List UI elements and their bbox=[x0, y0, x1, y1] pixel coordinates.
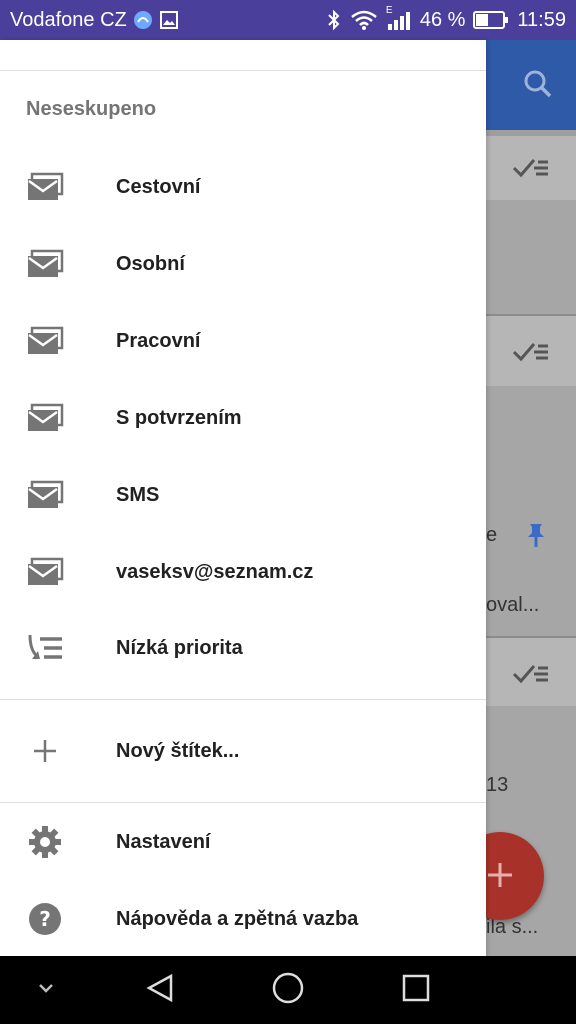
network-type: E bbox=[385, 5, 393, 16]
inbox-icon bbox=[26, 326, 64, 356]
help-feedback-button[interactable]: ? Nápověda a zpětná vazba bbox=[0, 887, 486, 951]
inbox-icon bbox=[26, 249, 64, 279]
inbox-icon bbox=[26, 172, 64, 202]
svg-text:?: ? bbox=[39, 907, 51, 931]
drawer-item-sms[interactable]: SMS bbox=[0, 463, 486, 527]
new-label-button[interactable]: Nový štítek... bbox=[0, 719, 486, 783]
battery-icon bbox=[473, 10, 509, 30]
image-icon bbox=[159, 10, 179, 30]
recents-button[interactable] bbox=[392, 956, 440, 1024]
back-triangle-icon bbox=[144, 972, 176, 1009]
plus-icon bbox=[486, 854, 514, 899]
drawer-item-label: Cestovní bbox=[116, 175, 201, 198]
home-circle-icon bbox=[271, 971, 305, 1010]
drawer-item-osobni[interactable]: Osobní bbox=[0, 232, 486, 296]
drawer-item-pracovni[interactable]: Pracovní bbox=[0, 309, 486, 373]
done-all-icon bbox=[512, 152, 552, 187]
new-label-text: Nový štítek... bbox=[116, 739, 240, 762]
drawer-item-cestovni[interactable]: Cestovní bbox=[0, 155, 486, 219]
inbox-icon bbox=[26, 480, 64, 510]
background-preview-text: oval... bbox=[486, 594, 540, 616]
background-preview-text: 13 bbox=[486, 774, 509, 796]
drawer-item-label: Nízká priorita bbox=[116, 636, 243, 659]
chevron-down-icon bbox=[36, 981, 56, 1000]
recents-square-icon bbox=[401, 973, 431, 1008]
signal-icon: E bbox=[386, 5, 412, 31]
drawer-divider bbox=[0, 802, 486, 803]
inbox-icon bbox=[26, 557, 64, 587]
background-preview-text: e bbox=[486, 524, 498, 546]
carrier-name: Vodafone CZ bbox=[10, 8, 127, 31]
settings-button[interactable]: Nastavení bbox=[0, 810, 486, 874]
pin-icon bbox=[526, 522, 546, 553]
wifi-icon bbox=[350, 9, 378, 31]
plus-icon bbox=[26, 736, 64, 766]
search-icon bbox=[522, 68, 554, 105]
clock: 11:59 bbox=[517, 8, 566, 31]
back-button[interactable] bbox=[136, 956, 184, 1024]
status-bar: Vodafone CZ E 46 % 11:59 bbox=[0, 0, 576, 40]
navigation-drawer: Neseskupeno Cestovní Osobní Pracovní S p… bbox=[0, 40, 486, 956]
drawer-item-label: S potvrzením bbox=[116, 406, 242, 429]
gear-icon bbox=[26, 826, 64, 858]
section-title: Neseskupeno bbox=[26, 98, 157, 120]
drawer-item-label: vaseksv@seznam.cz bbox=[116, 560, 314, 583]
settings-label: Nastavení bbox=[116, 830, 211, 853]
done-all-icon bbox=[512, 336, 552, 371]
low-priority-icon bbox=[26, 633, 64, 663]
drawer-divider bbox=[0, 699, 486, 700]
drawer-item-label: Pracovní bbox=[116, 329, 201, 352]
drawer-item-low-priority[interactable]: Nízká priorita bbox=[0, 616, 486, 680]
help-label: Nápověda a zpětná vazba bbox=[116, 907, 359, 930]
drawer-divider bbox=[0, 70, 486, 71]
inbox-icon bbox=[26, 403, 64, 433]
background-row bbox=[486, 200, 576, 316]
drawer-item-email-account[interactable]: vaseksv@seznam.cz bbox=[0, 540, 486, 604]
hide-nav-button[interactable] bbox=[26, 956, 66, 1024]
drawer-item-label: SMS bbox=[116, 483, 160, 506]
done-all-icon bbox=[512, 658, 552, 693]
drawer-item-s-potvrzenim[interactable]: S potvrzením bbox=[0, 386, 486, 450]
notification-badge-icon bbox=[133, 10, 153, 30]
drawer-item-label: Osobní bbox=[116, 252, 185, 275]
home-button[interactable] bbox=[264, 956, 312, 1024]
system-nav-bar bbox=[0, 956, 576, 1024]
battery-percent: 46 % bbox=[419, 8, 466, 31]
bluetooth-icon bbox=[326, 9, 342, 31]
help-icon: ? bbox=[26, 903, 64, 935]
